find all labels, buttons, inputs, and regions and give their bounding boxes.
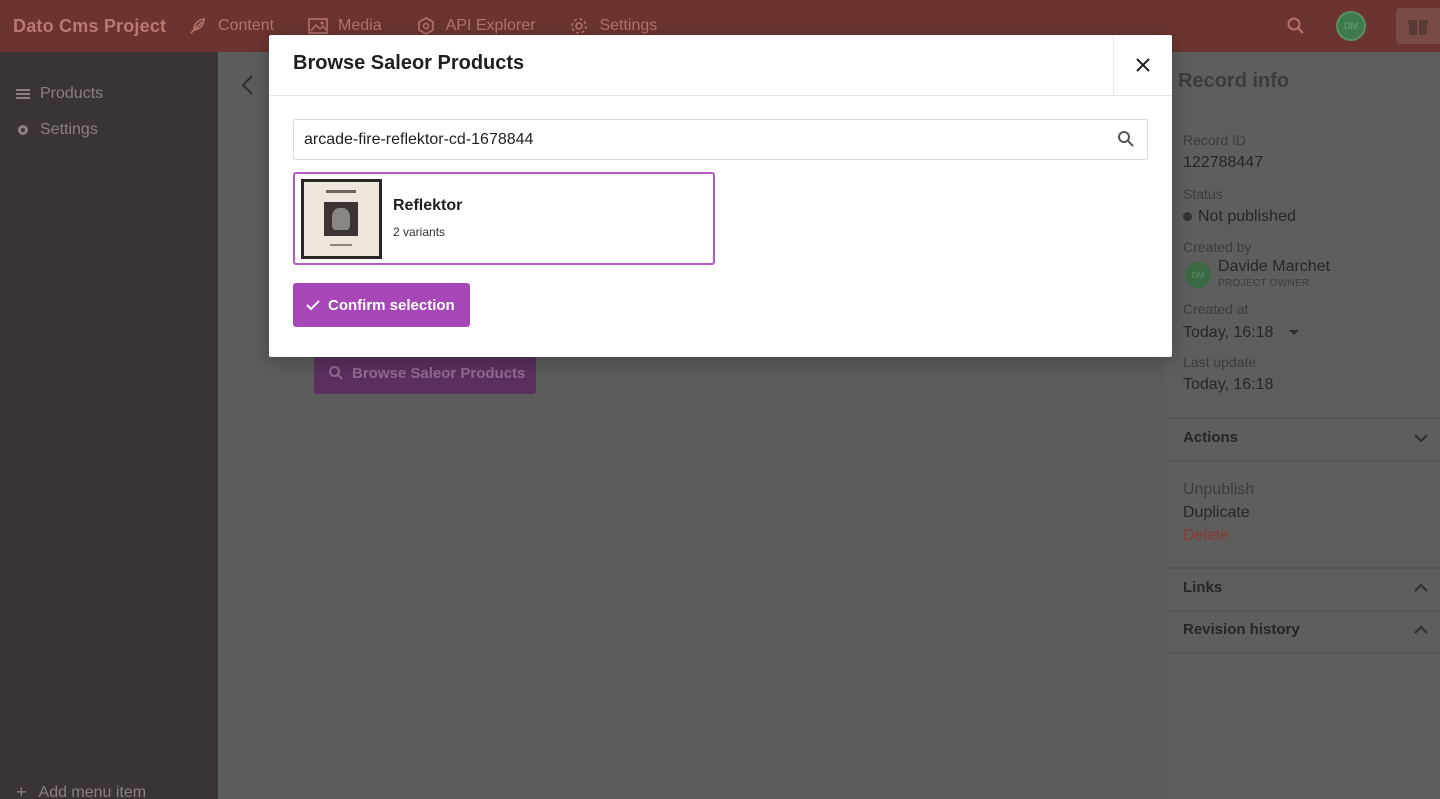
album-cover-image xyxy=(304,182,379,256)
nav-settings[interactable]: Settings xyxy=(569,16,657,36)
confirm-selection-label: Confirm selection xyxy=(328,296,455,314)
menu-icon xyxy=(16,89,30,99)
cover-art xyxy=(324,202,358,236)
nav-media[interactable]: Media xyxy=(308,17,382,35)
product-variants: 2 variants xyxy=(393,225,446,239)
revision-history-header[interactable]: Revision history xyxy=(1183,621,1300,638)
created-at-label: Created at xyxy=(1183,301,1249,317)
gear-icon xyxy=(18,125,28,135)
status-label: Status xyxy=(1183,186,1223,202)
divider xyxy=(1164,417,1440,419)
delete-action[interactable]: Delete xyxy=(1183,527,1229,545)
nav-api-label: API Explorer xyxy=(445,17,536,34)
unpublish-action[interactable]: Unpublish xyxy=(1183,481,1254,499)
nav-api-explorer[interactable]: API Explorer xyxy=(416,16,536,36)
search-icon[interactable] xyxy=(1117,130,1135,148)
plus-icon: + xyxy=(16,782,27,799)
links-section-header[interactable]: Links xyxy=(1183,579,1222,596)
gift-button[interactable] xyxy=(1396,8,1440,44)
close-button[interactable] xyxy=(1113,35,1172,95)
product-name: Reflektor xyxy=(393,197,463,214)
last-update-value: Today, 16:18 xyxy=(1183,376,1274,393)
caret-down-icon xyxy=(1288,330,1299,335)
chevron-left-icon[interactable] xyxy=(240,74,254,96)
product-thumbnail xyxy=(301,179,382,259)
add-menu-item-label: Add menu item xyxy=(38,783,147,799)
divider xyxy=(1164,610,1440,612)
sidebar: Products Settings + Add menu item xyxy=(0,52,218,799)
image-icon xyxy=(308,18,328,34)
api-icon xyxy=(417,17,434,35)
check-icon xyxy=(306,300,320,311)
gift-icon xyxy=(1408,20,1428,35)
divider xyxy=(1164,460,1440,462)
nav-content-label: Content xyxy=(218,17,275,34)
creator-name: Davide Marchet xyxy=(1218,258,1331,275)
status-value: Not published xyxy=(1183,208,1296,226)
created-by-label: Created by xyxy=(1183,239,1252,255)
browse-products-button[interactable]: Browse Saleor Products xyxy=(314,352,536,394)
status-text: Not published xyxy=(1198,208,1296,225)
nav-content[interactable]: Content xyxy=(188,16,274,36)
product-card[interactable]: Reflektor 2 variants xyxy=(293,172,715,265)
nav-settings-label: Settings xyxy=(599,17,658,34)
actions-section-header[interactable]: Actions xyxy=(1183,429,1238,446)
record-id-value: 122788447 xyxy=(1183,154,1264,171)
last-update-label: Last update xyxy=(1183,354,1257,370)
cover-text-decoration xyxy=(330,244,352,246)
product-search-field xyxy=(293,119,1148,160)
created-at-text: Today, 16:18 xyxy=(1183,324,1274,341)
status-dot-icon xyxy=(1183,212,1192,221)
chevron-down-icon[interactable] xyxy=(1414,433,1428,443)
nav-media-label: Media xyxy=(338,17,382,34)
sidebar-item-products[interactable]: Products xyxy=(0,76,218,112)
gear-icon xyxy=(571,18,588,34)
record-info-panel: Record info Record ID 122788447 Status N… xyxy=(1164,52,1440,799)
confirm-selection-button[interactable]: Confirm selection xyxy=(293,283,470,327)
project-title[interactable]: Dato Cms Project xyxy=(0,16,172,37)
divider xyxy=(1164,652,1440,654)
chevron-up-icon[interactable] xyxy=(1414,583,1428,593)
duplicate-action[interactable]: Duplicate xyxy=(1183,504,1250,522)
sidebar-item-label: Settings xyxy=(40,121,98,138)
cover-text-decoration xyxy=(326,190,356,193)
search-icon xyxy=(329,366,343,380)
add-menu-item-button[interactable]: + Add menu item xyxy=(16,782,146,799)
browse-products-modal: Browse Saleor Products Reflektor 2 varia… xyxy=(269,35,1172,357)
record-id-label: Record ID xyxy=(1183,132,1247,148)
sidebar-item-settings[interactable]: Settings xyxy=(0,112,218,148)
divider xyxy=(1164,567,1440,569)
search-icon[interactable] xyxy=(1286,16,1306,36)
creator-role: PROJECT OWNER xyxy=(1218,278,1310,289)
avatar[interactable]: DM xyxy=(1336,11,1366,41)
modal-header: Browse Saleor Products xyxy=(269,35,1172,96)
creator-avatar: DM xyxy=(1185,262,1211,288)
record-info-title: Record info xyxy=(1178,70,1290,92)
modal-title: Browse Saleor Products xyxy=(293,52,525,74)
close-icon xyxy=(1136,58,1150,72)
chevron-up-icon[interactable] xyxy=(1414,625,1428,635)
browse-products-label: Browse Saleor Products xyxy=(352,364,526,382)
feather-icon xyxy=(190,18,205,34)
product-search-input[interactable] xyxy=(294,120,1094,159)
created-at-value[interactable]: Today, 16:18 xyxy=(1183,324,1300,342)
sidebar-item-label: Products xyxy=(40,85,104,102)
